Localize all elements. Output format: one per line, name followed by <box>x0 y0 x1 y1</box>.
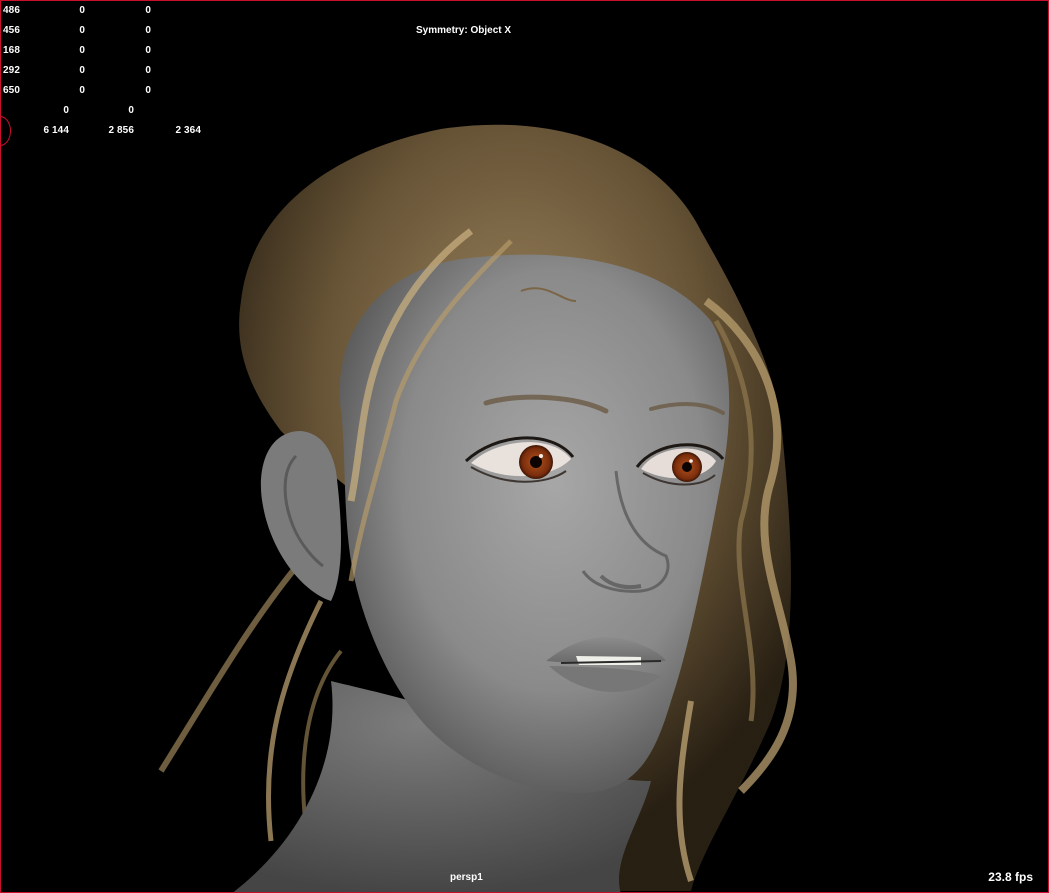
fps-counter: 23.8 fps <box>988 870 1033 884</box>
hud-value: 168 <box>3 45 20 56</box>
hud-value: 0 <box>145 25 151 36</box>
3d-viewport[interactable]: 486 0 0 456 0 0 168 0 0 292 0 0 650 0 0 … <box>0 0 1049 893</box>
camera-name: persp1 <box>450 872 483 883</box>
teeth <box>576 656 641 665</box>
poly-count-hud: 486 0 0 456 0 0 168 0 0 292 0 0 650 0 0 … <box>3 5 213 145</box>
hud-value: 456 <box>3 25 20 36</box>
symmetry-label: Symmetry: Object X <box>416 25 512 36</box>
hud-value: 6 144 <box>43 125 69 136</box>
hud-value: 0 <box>79 25 85 36</box>
hud-value: 2 364 <box>175 125 201 136</box>
hud-value: 0 <box>63 105 69 116</box>
ear <box>260 431 341 601</box>
hud-value: 0 <box>79 5 85 16</box>
hud-value: 0 <box>145 65 151 76</box>
hud-value: 0 <box>128 105 134 116</box>
hud-value: 0 <box>79 45 85 56</box>
hud-value: 0 <box>145 45 151 56</box>
hud-value: 486 <box>3 5 20 16</box>
hud-value: 0 <box>145 85 151 96</box>
hud-value: 0 <box>145 5 151 16</box>
hud-value: 0 <box>79 65 85 76</box>
hud-value: 0 <box>79 85 85 96</box>
hud-value: 650 <box>3 85 20 96</box>
hud-value: 2 856 <box>108 125 134 136</box>
hud-value: 292 <box>3 65 20 76</box>
